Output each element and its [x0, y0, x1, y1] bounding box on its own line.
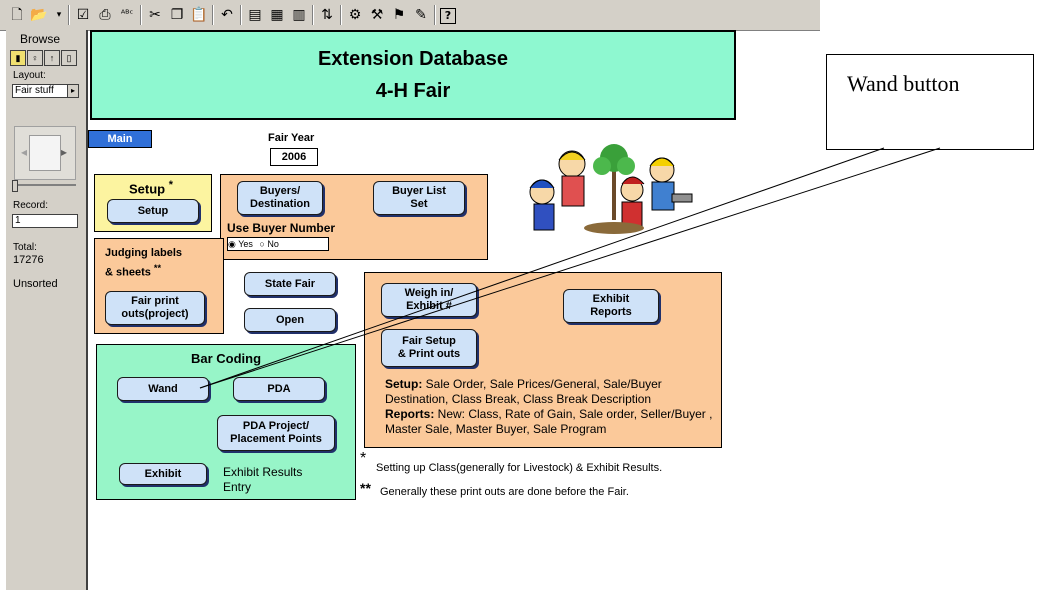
callout-line-left: [199, 147, 885, 389]
callout-pointer: [199, 147, 941, 389]
callout-line-right: [199, 147, 941, 389]
